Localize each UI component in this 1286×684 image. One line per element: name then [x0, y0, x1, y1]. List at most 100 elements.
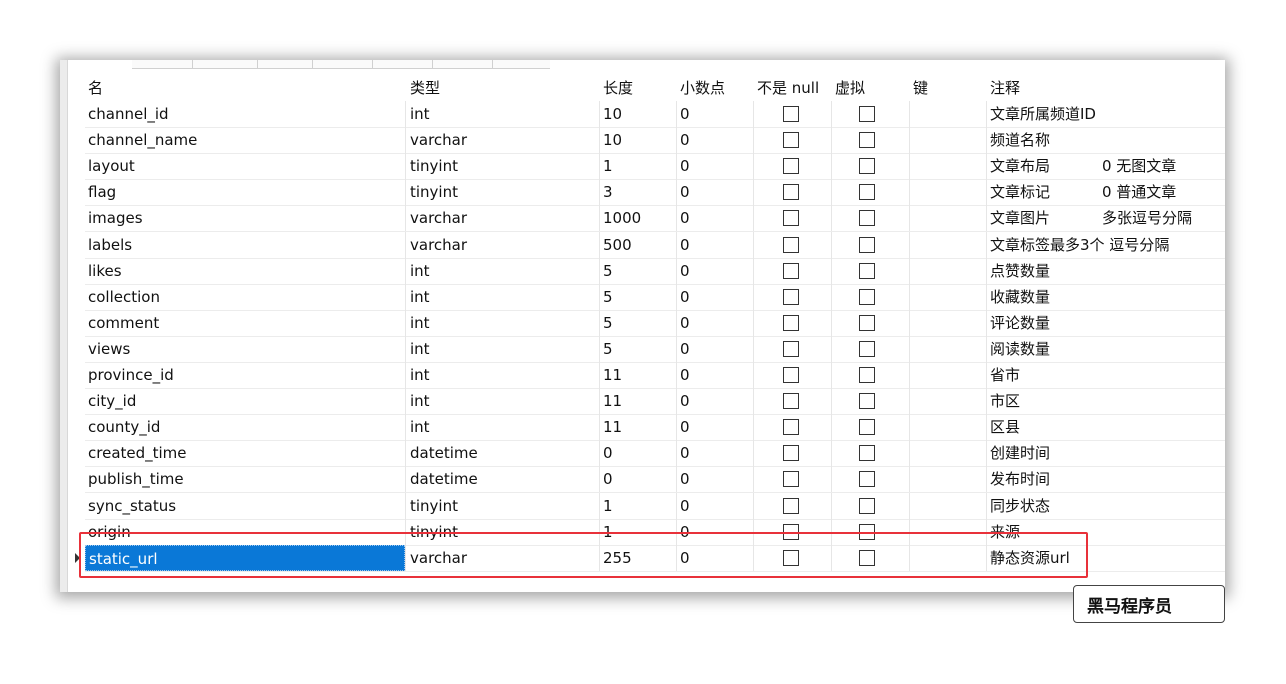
virtual-checkbox[interactable]	[859, 497, 875, 514]
field-length-cell[interactable]: 5	[600, 336, 675, 362]
not-null-checkbox[interactable]	[783, 340, 799, 357]
field-name-cell[interactable]: province_id	[85, 362, 405, 388]
field-comment-cell[interactable]: 文章图片 多张逗号分隔	[987, 205, 1225, 231]
header-length[interactable]: 长度	[600, 75, 675, 101]
header-type[interactable]: 类型	[407, 75, 599, 101]
field-name-cell[interactable]: flag	[85, 179, 405, 205]
virtual-checkbox[interactable]	[859, 184, 875, 201]
field-decimals-cell[interactable]: 0	[677, 101, 752, 127]
field-key-cell[interactable]	[910, 440, 986, 466]
not-null-checkbox[interactable]	[783, 314, 799, 331]
field-key-cell[interactable]	[910, 414, 986, 440]
field-comment-cell[interactable]: 评论数量	[987, 310, 1225, 336]
field-key-cell[interactable]	[910, 258, 986, 284]
field-comment-cell[interactable]: 区县	[987, 414, 1225, 440]
virtual-checkbox[interactable]	[859, 236, 875, 253]
field-type-cell[interactable]: tinyint	[407, 493, 599, 519]
field-type-cell[interactable]: int	[407, 258, 599, 284]
field-type-cell[interactable]: int	[407, 284, 599, 310]
field-length-cell[interactable]: 1000	[600, 205, 675, 231]
not-null-checkbox[interactable]	[783, 393, 799, 410]
field-length-cell[interactable]: 10	[600, 127, 675, 153]
field-key-cell[interactable]	[910, 466, 986, 492]
field-key-cell[interactable]	[910, 284, 986, 310]
field-length-cell[interactable]: 11	[600, 414, 675, 440]
not-null-checkbox[interactable]	[783, 210, 799, 227]
field-length-cell[interactable]: 5	[600, 258, 675, 284]
field-key-cell[interactable]	[910, 179, 986, 205]
field-length-cell[interactable]: 5	[600, 310, 675, 336]
field-comment-cell[interactable]: 文章布局 0 无图文章	[987, 153, 1225, 179]
field-comment-cell[interactable]: 文章标签最多3个 逗号分隔	[987, 232, 1225, 258]
table-row[interactable]: sync_status tinyint 1 0 同步状态	[85, 492, 1225, 520]
field-name-cell[interactable]: channel_name	[85, 127, 405, 153]
field-name-cell[interactable]: likes	[85, 258, 405, 284]
field-key-cell[interactable]	[910, 127, 986, 153]
not-null-checkbox[interactable]	[783, 497, 799, 514]
field-type-cell[interactable]: int	[407, 310, 599, 336]
field-decimals-cell[interactable]: 0	[677, 336, 752, 362]
not-null-checkbox[interactable]	[783, 288, 799, 305]
virtual-checkbox[interactable]	[859, 419, 875, 436]
virtual-checkbox[interactable]	[859, 314, 875, 331]
field-type-cell[interactable]: varchar	[407, 127, 599, 153]
field-key-cell[interactable]	[910, 493, 986, 519]
field-decimals-cell[interactable]: 0	[677, 414, 752, 440]
field-comment-cell[interactable]: 点赞数量	[987, 258, 1225, 284]
not-null-checkbox[interactable]	[783, 184, 799, 201]
header-comment[interactable]: 注释	[987, 75, 1225, 101]
table-row[interactable]: channel_id int 10 0 文章所属频道ID	[85, 101, 1225, 128]
field-type-cell[interactable]: int	[407, 362, 599, 388]
field-key-cell[interactable]	[910, 310, 986, 336]
header-name[interactable]: 名	[85, 75, 405, 101]
field-type-cell[interactable]: int	[407, 414, 599, 440]
not-null-checkbox[interactable]	[783, 367, 799, 383]
virtual-checkbox[interactable]	[859, 340, 875, 357]
field-key-cell[interactable]	[910, 232, 986, 258]
field-decimals-cell[interactable]: 0	[677, 179, 752, 205]
table-row[interactable]: flag tinyint 3 0 文章标记 0 普通文章	[85, 179, 1225, 207]
field-name-cell[interactable]: publish_time	[85, 466, 405, 492]
field-length-cell[interactable]: 0	[600, 440, 675, 466]
field-comment-cell[interactable]: 文章标记 0 普通文章	[987, 179, 1225, 205]
field-type-cell[interactable]: datetime	[407, 440, 599, 466]
header-decimals[interactable]: 小数点	[677, 75, 752, 101]
field-type-cell[interactable]: tinyint	[407, 153, 599, 179]
not-null-checkbox[interactable]	[783, 236, 799, 253]
table-row[interactable]: city_id int 11 0 市区	[85, 388, 1225, 416]
field-decimals-cell[interactable]: 0	[677, 440, 752, 466]
not-null-checkbox[interactable]	[783, 445, 799, 462]
table-row[interactable]: collection int 5 0 收藏数量	[85, 283, 1225, 311]
field-name-cell[interactable]: images	[85, 205, 405, 231]
field-type-cell[interactable]: datetime	[407, 466, 599, 492]
table-row[interactable]: comment int 5 0 评论数量	[85, 309, 1225, 337]
field-length-cell[interactable]: 500	[600, 232, 675, 258]
field-comment-cell[interactable]: 阅读数量	[987, 336, 1225, 362]
field-comment-cell[interactable]: 收藏数量	[987, 284, 1225, 310]
table-row[interactable]: images varchar 1000 0 文章图片 多张逗号分隔	[85, 205, 1225, 233]
field-name-cell[interactable]: county_id	[85, 414, 405, 440]
field-decimals-cell[interactable]: 0	[677, 232, 752, 258]
field-key-cell[interactable]	[910, 362, 986, 388]
field-length-cell[interactable]: 11	[600, 362, 675, 388]
table-row[interactable]: channel_name varchar 10 0 频道名称	[85, 127, 1225, 155]
table-row[interactable]: likes int 5 0 点赞数量	[85, 257, 1225, 285]
field-name-cell[interactable]: comment	[85, 310, 405, 336]
field-length-cell[interactable]: 0	[600, 466, 675, 492]
field-key-cell[interactable]	[910, 388, 986, 414]
header-virtual[interactable]: 虚拟	[832, 75, 908, 101]
field-decimals-cell[interactable]: 0	[677, 466, 752, 492]
field-comment-cell[interactable]: 创建时间	[987, 440, 1225, 466]
virtual-checkbox[interactable]	[859, 158, 875, 175]
field-decimals-cell[interactable]: 0	[677, 127, 752, 153]
virtual-checkbox[interactable]	[859, 106, 875, 122]
virtual-checkbox[interactable]	[859, 393, 875, 410]
field-length-cell[interactable]: 1	[600, 493, 675, 519]
not-null-checkbox[interactable]	[783, 471, 799, 488]
field-comment-cell[interactable]: 同步状态	[987, 493, 1225, 519]
field-decimals-cell[interactable]: 0	[677, 493, 752, 519]
field-decimals-cell[interactable]: 0	[677, 258, 752, 284]
field-length-cell[interactable]: 1	[600, 153, 675, 179]
virtual-checkbox[interactable]	[859, 445, 875, 462]
field-name-cell[interactable]: collection	[85, 284, 405, 310]
